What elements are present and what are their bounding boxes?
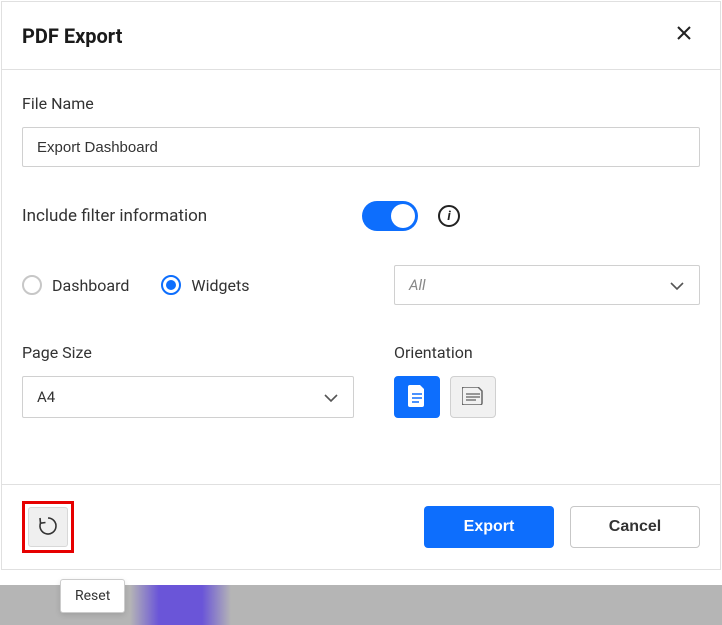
include-filter-row: Include filter information i xyxy=(22,201,700,231)
include-filter-label: Include filter information xyxy=(22,206,362,226)
toggle-knob xyxy=(391,204,415,228)
file-name-input[interactable] xyxy=(22,127,700,167)
radio-widgets[interactable]: Widgets xyxy=(161,275,249,295)
close-button[interactable] xyxy=(668,20,700,51)
orientation-landscape-button[interactable] xyxy=(450,376,496,418)
widget-select-dropdown[interactable]: All xyxy=(394,265,700,305)
reset-icon xyxy=(37,515,59,540)
orientation-portrait-button[interactable] xyxy=(394,376,440,418)
file-name-label: File Name xyxy=(22,94,700,113)
widget-select-value: All xyxy=(409,276,426,294)
reset-highlight-box xyxy=(22,501,74,553)
portrait-page-icon xyxy=(408,385,426,410)
reset-tooltip: Reset xyxy=(60,579,125,613)
radio-dashboard-label: Dashboard xyxy=(52,276,129,295)
reset-button[interactable] xyxy=(28,507,68,547)
radio-circle-icon xyxy=(161,275,181,295)
export-button[interactable]: Export xyxy=(424,506,554,548)
dialog-header: PDF Export xyxy=(2,2,720,70)
info-icon[interactable]: i xyxy=(438,205,460,227)
radio-circle-icon xyxy=(22,275,42,295)
orientation-column: Orientation xyxy=(394,343,700,418)
page-size-value: A4 xyxy=(37,388,55,406)
dialog-title: PDF Export xyxy=(22,24,122,48)
orientation-buttons xyxy=(394,376,700,418)
page-size-column: Page Size A4 xyxy=(22,343,354,418)
radio-widgets-label: Widgets xyxy=(191,276,249,295)
radio-dashboard[interactable]: Dashboard xyxy=(22,275,129,295)
footer-actions: Export Cancel xyxy=(424,506,700,548)
page-size-label: Page Size xyxy=(22,343,354,362)
include-filter-toggle[interactable] xyxy=(362,201,418,231)
chevron-down-icon xyxy=(669,276,685,295)
chevron-down-icon xyxy=(323,388,339,407)
page-size-dropdown[interactable]: A4 xyxy=(22,376,354,418)
export-type-row: Dashboard Widgets All xyxy=(22,265,700,305)
dialog-footer: Export Cancel xyxy=(2,484,720,569)
pdf-export-dialog: PDF Export File Name Include filter info… xyxy=(1,1,721,570)
export-type-radio-group: Dashboard Widgets xyxy=(22,275,394,295)
cancel-button[interactable]: Cancel xyxy=(570,506,700,548)
dialog-body: File Name Include filter information i D… xyxy=(2,70,720,428)
orientation-label: Orientation xyxy=(394,343,700,362)
page-orientation-row: Page Size A4 Orientation xyxy=(22,343,700,418)
landscape-page-icon xyxy=(462,387,484,408)
close-icon xyxy=(676,24,692,46)
